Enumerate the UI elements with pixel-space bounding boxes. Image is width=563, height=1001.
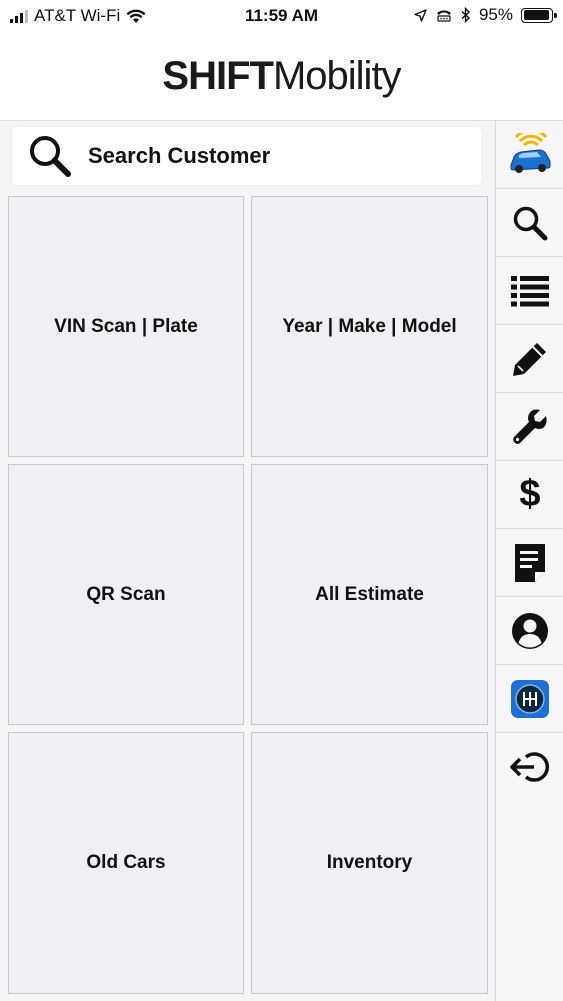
status-bar: AT&T Wi-Fi 11:59 AM 95%: [0, 0, 563, 32]
battery-percent: 95%: [478, 5, 513, 24]
connected-car-icon: [510, 132, 551, 173]
sidebar-item-documents[interactable]: [496, 529, 563, 597]
dollar-icon: $: [519, 473, 541, 515]
sidebar-item-transmission[interactable]: [496, 665, 563, 733]
old-cars-button[interactable]: Old Cars: [8, 732, 244, 994]
tile-label: Year | Make | Model: [282, 315, 457, 337]
app-logo: SHIFTMobility: [162, 53, 402, 99]
sidebar: $: [495, 120, 563, 1001]
main-content: Search Customer VIN Scan | Plate Year | …: [0, 120, 495, 1001]
tile-label: Old Cars: [86, 852, 166, 873]
battery-icon: [521, 7, 557, 23]
sidebar-item-search[interactable]: [496, 189, 563, 257]
sidebar-item-account[interactable]: [496, 597, 563, 665]
logo-bold-text: SHIFT: [162, 53, 274, 98]
status-right: 95%: [414, 5, 557, 25]
user-icon: [512, 612, 548, 649]
document-icon: [515, 543, 545, 582]
sidebar-item-home[interactable]: [496, 121, 563, 189]
tile-label: VIN Scan | Plate: [54, 315, 198, 337]
logout-icon: [510, 752, 550, 782]
year-make-model-button[interactable]: Year | Make | Model: [251, 196, 488, 457]
sidebar-item-edit[interactable]: [496, 325, 563, 393]
battery-fill: [523, 10, 549, 20]
bluetooth-icon: [461, 7, 470, 23]
qr-scan-button[interactable]: QR Scan: [8, 464, 244, 725]
tile-label: Inventory: [326, 852, 413, 873]
tile-label: All Estimate: [315, 583, 424, 605]
inventory-button[interactable]: Inventory: [251, 732, 488, 994]
logo-regular-text: Mobility: [272, 53, 402, 98]
sidebar-item-pricing[interactable]: $: [496, 461, 563, 529]
pencil-icon: [513, 342, 546, 376]
vin-scan-plate-button[interactable]: VIN Scan | Plate: [8, 196, 244, 457]
search-icon: [513, 206, 548, 240]
search-customer-label: Search Customer: [88, 143, 271, 168]
location-arrow-icon: [414, 8, 427, 22]
gear-shift-icon: [511, 679, 549, 718]
wrench-icon: [513, 409, 547, 444]
all-estimate-button[interactable]: All Estimate: [251, 464, 488, 725]
search-icon: [30, 136, 71, 177]
tty-icon: [436, 10, 451, 22]
sidebar-item-list[interactable]: [496, 257, 563, 325]
list-icon: [511, 275, 549, 306]
sidebar-item-logout[interactable]: [496, 733, 563, 801]
tile-label: QR Scan: [86, 583, 166, 605]
sidebar-item-service[interactable]: [496, 393, 563, 461]
search-customer-bar[interactable]: Search Customer: [12, 127, 482, 185]
app-header: SHIFTMobility: [0, 32, 563, 120]
